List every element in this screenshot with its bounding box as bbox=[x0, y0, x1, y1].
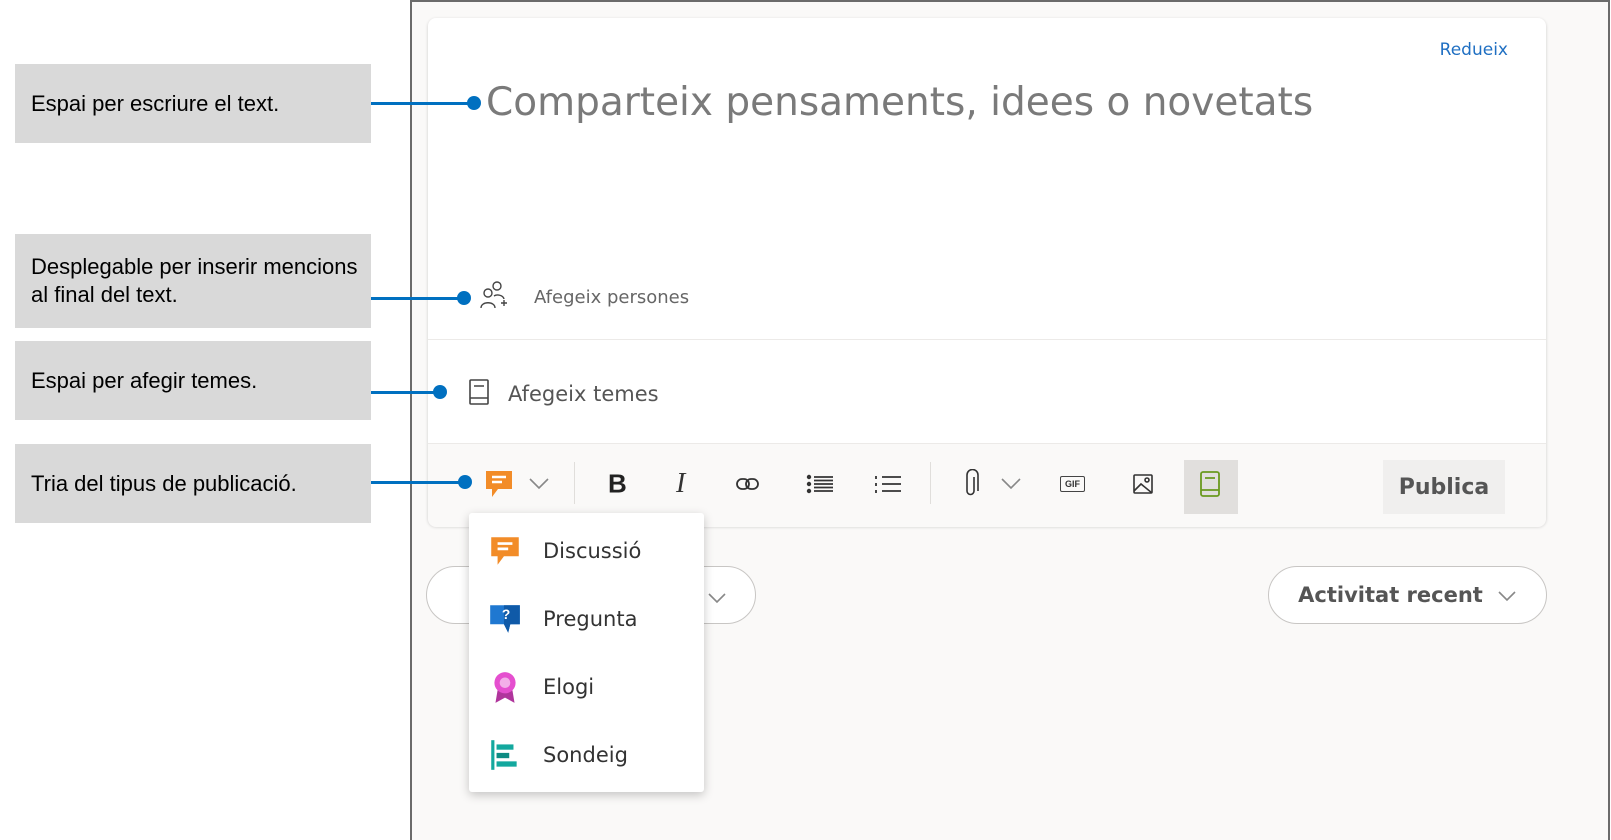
callout-dot bbox=[458, 475, 472, 489]
callout-topics: Espai per afegir temes. bbox=[15, 341, 371, 420]
topic-toolbar-icon bbox=[1198, 470, 1222, 498]
post-type-button[interactable] bbox=[482, 467, 516, 501]
collapse-link[interactable]: Redueix bbox=[1440, 40, 1508, 60]
callout-dot bbox=[433, 385, 447, 399]
link-icon[interactable] bbox=[735, 474, 761, 494]
post-text-input[interactable]: Comparteix pensaments, idees o novetats bbox=[486, 80, 1313, 125]
image-icon[interactable] bbox=[1132, 473, 1154, 495]
callout-text-space: Espai per escriure el text. bbox=[15, 64, 371, 143]
callout-mentions: Desplegable per inserir mencions al fina… bbox=[15, 234, 371, 328]
bulleted-list-icon[interactable] bbox=[806, 473, 834, 495]
add-topics-label: Afegeix temes bbox=[508, 382, 659, 406]
callout-line bbox=[371, 297, 464, 300]
numbered-list-icon[interactable] bbox=[874, 473, 902, 495]
add-people-field[interactable]: Afegeix persones bbox=[480, 280, 689, 314]
post-type-menu: Discussió ? Pregunta Elogi Sondeig bbox=[469, 513, 704, 792]
add-people-label: Afegeix persones bbox=[534, 286, 690, 308]
chevron-down-icon bbox=[707, 589, 727, 608]
discussion-icon bbox=[491, 537, 519, 565]
praise-icon bbox=[494, 672, 516, 703]
callout-line bbox=[371, 102, 473, 105]
bold-icon[interactable]: B bbox=[608, 469, 627, 500]
topic-icon bbox=[466, 378, 492, 410]
divider bbox=[428, 339, 1546, 340]
chevron-down-icon[interactable] bbox=[528, 477, 550, 491]
italic-icon[interactable]: I bbox=[676, 468, 685, 500]
callout-dot bbox=[457, 291, 471, 305]
chevron-down-icon bbox=[1497, 583, 1517, 607]
attachment-chevron-icon[interactable] bbox=[1000, 477, 1022, 491]
svg-text:?: ? bbox=[502, 607, 510, 622]
publish-button[interactable]: Publica bbox=[1383, 460, 1505, 514]
callout-dot bbox=[467, 96, 481, 110]
sort-label: Activitat recent bbox=[1298, 583, 1483, 607]
menu-item-discussion[interactable]: Discussió bbox=[487, 531, 641, 571]
menu-item-praise[interactable]: Elogi bbox=[487, 667, 594, 707]
poll-icon bbox=[491, 740, 517, 770]
question-icon: ? bbox=[490, 605, 520, 633]
sort-dropdown[interactable]: Activitat recent bbox=[1268, 566, 1547, 624]
callout-line bbox=[371, 391, 437, 394]
discussion-icon bbox=[486, 471, 512, 497]
add-people-icon bbox=[480, 280, 508, 314]
toolbar-separator bbox=[930, 462, 931, 504]
post-composer: Redueix Comparteix pensaments, idees o n… bbox=[428, 18, 1546, 527]
callout-line bbox=[371, 481, 466, 484]
gif-icon[interactable]: GIF bbox=[1060, 476, 1085, 492]
menu-item-question[interactable]: ? Pregunta bbox=[487, 599, 637, 639]
add-topics-field[interactable]: Afegeix temes bbox=[466, 378, 659, 410]
attachment-icon[interactable] bbox=[962, 469, 980, 499]
menu-item-poll[interactable]: Sondeig bbox=[487, 735, 628, 775]
callout-post-type: Tria del tipus de publicació. bbox=[15, 444, 371, 523]
toolbar-separator bbox=[574, 462, 575, 504]
